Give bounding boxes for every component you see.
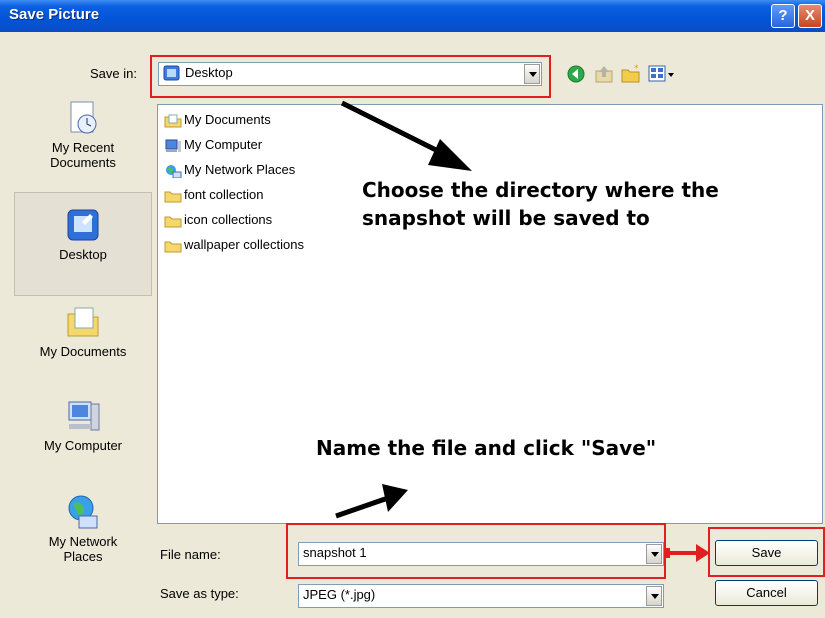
views-menu-icon[interactable] [648,64,678,84]
list-item[interactable]: wallpaper collections [164,236,304,256]
directory-hint-line2: snapshot will be saved to [362,206,650,230]
save-in-highlight [150,55,551,98]
file-name-label: File name: [160,547,221,562]
save-as-type-value: JPEG (*.jpg) [303,587,376,602]
places-item-network-places[interactable]: My Network Places [14,494,152,594]
cancel-button[interactable]: Cancel [715,580,818,606]
desktop-icon [65,207,101,243]
network-places-icon [65,494,101,530]
directory-hint-line1: Choose the directory where the [362,178,719,202]
folder-icon [164,214,182,228]
back-icon[interactable] [566,64,586,84]
places-item-label: My Network Places [48,534,118,564]
my-computer-icon [65,398,101,434]
save-picture-dialog: Save Picture ? X Save in: Desktop * My R… [0,0,825,618]
svg-text:*: * [634,64,639,74]
recent-documents-icon [65,100,101,136]
arrow-annotation-directory [340,100,472,171]
list-item[interactable]: icon collections [164,211,272,231]
title-bar: Save Picture ? X [0,0,825,32]
folder-icon [164,239,182,253]
places-item-label: My Computer [43,438,123,453]
new-folder-icon[interactable]: * [620,64,640,84]
list-item[interactable]: My Documents [164,111,271,131]
save-in-label: Save in: [90,66,137,81]
up-folder-icon[interactable] [594,64,614,84]
my-computer-icon [164,139,182,153]
save-as-type-dropdown[interactable]: JPEG (*.jpg) [298,584,664,608]
places-bar: My Recent Documents Desktop My Documents… [14,98,152,596]
places-item-my-computer[interactable]: My Computer [14,398,152,476]
close-button[interactable]: X [798,4,822,28]
arrow-annotation-red [666,544,710,562]
my-documents-icon [65,304,101,340]
file-list[interactable]: My Documents My Computer My Network Plac… [157,104,823,524]
list-item[interactable]: font collection [164,186,264,206]
save-button-highlight [708,527,825,577]
places-item-label: Desktop [59,247,107,262]
places-item-my-documents[interactable]: My Documents [14,304,152,382]
places-item-recent-documents[interactable]: My Recent Documents [14,100,152,192]
help-button[interactable]: ? [771,4,795,28]
chevron-down-icon[interactable] [646,586,662,606]
save-as-type-label: Save as type: [160,586,239,601]
list-item[interactable]: My Network Places [164,161,295,181]
list-item[interactable]: My Computer [164,136,262,156]
places-item-label: My Documents [39,344,127,359]
arrow-annotation-save [335,484,408,519]
dialog-title: Save Picture [9,6,100,23]
network-places-icon [164,164,182,179]
places-item-desktop[interactable]: Desktop [14,192,152,296]
my-documents-icon [164,114,182,128]
places-item-label: My Recent Documents [50,140,116,170]
save-hint-text: Name the file and click "Save" [316,436,657,460]
file-name-highlight [286,523,666,579]
folder-icon [164,189,182,203]
